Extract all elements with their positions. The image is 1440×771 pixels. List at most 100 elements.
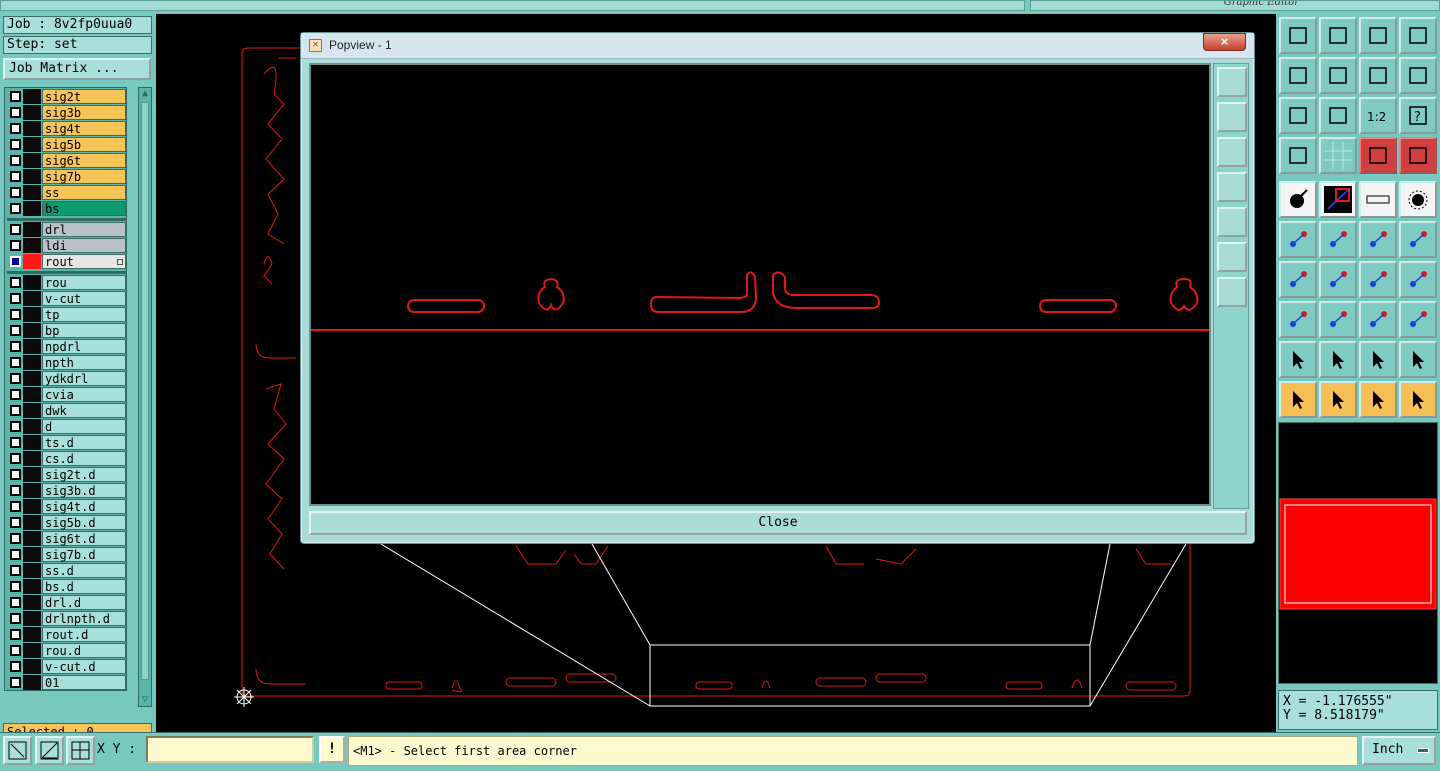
layer-row[interactable]: sig2t (7, 89, 126, 104)
layer-name[interactable]: bs.d (42, 579, 126, 594)
layer-name[interactable]: sig4t.d (42, 499, 126, 514)
layer-name[interactable]: ydkdrl (42, 371, 126, 386)
minimap[interactable] (1278, 422, 1438, 684)
layer-row[interactable]: 01 (7, 675, 126, 690)
layer-checkbox[interactable] (10, 421, 21, 432)
triangle-up-icon[interactable] (1319, 341, 1357, 378)
select-icon[interactable] (1279, 381, 1317, 418)
grid-snap-icon[interactable] (66, 736, 95, 765)
pan-left-icon[interactable] (1279, 57, 1317, 94)
layer-name[interactable]: ldi (42, 238, 126, 253)
snap-icon[interactable] (1319, 181, 1357, 218)
settings-icon[interactable] (1279, 137, 1317, 174)
layer-checkbox[interactable] (10, 224, 21, 235)
pan-right-icon[interactable] (1319, 57, 1357, 94)
layer-checkbox[interactable] (10, 309, 21, 320)
net-icon[interactable] (1359, 137, 1397, 174)
grid-window-icon[interactable] (1399, 17, 1437, 54)
popview-pan-left-icon[interactable] (1217, 172, 1247, 202)
help-icon[interactable]: ? (1399, 97, 1437, 134)
popview-pan-up-icon[interactable] (1217, 102, 1247, 132)
layer-name[interactable]: npth (42, 355, 126, 370)
popview-fit-icon[interactable] (1217, 242, 1247, 272)
layer-row[interactable]: v-cut (7, 291, 126, 306)
layer-name[interactable]: sig2t (42, 89, 126, 104)
layer-scrollbar[interactable]: ▲ ▽ (138, 87, 152, 707)
units-select[interactable]: Inch (1362, 736, 1436, 765)
scale-1-2-icon[interactable]: 1:2 (1359, 97, 1397, 134)
layer-checkbox[interactable] (10, 405, 21, 416)
grid-icon[interactable] (1319, 137, 1357, 174)
triangle-icon[interactable] (1279, 341, 1317, 378)
redo-view-icon[interactable] (1399, 57, 1437, 94)
layer-checkbox[interactable] (10, 293, 21, 304)
net-alt-icon[interactable] (1399, 137, 1437, 174)
layer-checkbox[interactable] (10, 629, 21, 640)
layer-row[interactable]: bs.d (7, 579, 126, 594)
layer-row[interactable]: rou.d (7, 643, 126, 658)
layer-row[interactable]: sig6t.d (7, 531, 126, 546)
popview-center-icon[interactable] (1217, 277, 1247, 307)
layer-name[interactable]: sig4t (42, 121, 126, 136)
layer-row[interactable]: bp (7, 323, 126, 338)
layer-checkbox[interactable] (10, 203, 21, 214)
select-box-icon[interactable] (1319, 381, 1357, 418)
pad-shape-icon[interactable] (1279, 301, 1317, 338)
layer-row[interactable]: sig5b (7, 137, 126, 152)
layer-row[interactable]: sig3b.d (7, 483, 126, 498)
dash-icon[interactable] (1319, 301, 1357, 338)
layer-row[interactable]: rout.d (7, 627, 126, 642)
layer-row[interactable]: drl.d (7, 595, 126, 610)
layer-row[interactable]: ldi (7, 238, 126, 253)
popview-window[interactable]: ✕ Popview - 1 × Close (300, 32, 1255, 544)
layer-row[interactable]: tp (7, 307, 126, 322)
layer-row[interactable]: drl (7, 222, 126, 237)
layer-checkbox[interactable] (10, 240, 21, 251)
layer-checkbox[interactable] (10, 91, 21, 102)
layer-checkbox[interactable] (10, 645, 21, 656)
xy-input[interactable] (146, 736, 314, 763)
layer-name[interactable]: v-cut.d (42, 659, 126, 674)
layer-row[interactable]: ts.d (7, 435, 126, 450)
ruler-icon[interactable] (1359, 181, 1397, 218)
angle-icon[interactable] (1279, 261, 1317, 298)
layer-checkbox[interactable] (10, 565, 21, 576)
scroll-down-icon[interactable]: ▽ (139, 694, 151, 706)
layer-checkbox[interactable] (10, 597, 21, 608)
layer-checkbox[interactable] (10, 453, 21, 464)
layer-row[interactable]: sig4t (7, 121, 126, 136)
layer-row[interactable]: sig4t.d (7, 499, 126, 514)
layer-name[interactable]: cvia (42, 387, 126, 402)
open-out-icon[interactable] (1319, 17, 1357, 54)
popview-pan-down-icon[interactable] (1217, 137, 1247, 167)
layer-checkbox[interactable] (10, 677, 21, 688)
cross-icon[interactable] (1319, 221, 1357, 258)
scroll-thumb[interactable] (141, 102, 149, 680)
layer-checkbox[interactable] (10, 501, 21, 512)
layer-checkbox[interactable] (10, 389, 21, 400)
open-in-icon[interactable] (1279, 17, 1317, 54)
layer-checkbox[interactable] (10, 107, 21, 118)
layer-row[interactable]: sig2t.d (7, 467, 126, 482)
layer-name[interactable]: rout (42, 254, 126, 269)
layer-checkbox[interactable] (10, 123, 21, 134)
layer-checkbox[interactable] (10, 357, 21, 368)
layer-name[interactable]: sig3b (42, 105, 126, 120)
circle-pad-icon[interactable] (1399, 181, 1437, 218)
layer-checkbox[interactable] (10, 517, 21, 528)
popview-zoom-icon[interactable] (1217, 67, 1247, 97)
line-point-alt-icon[interactable] (1399, 221, 1437, 258)
layer-name[interactable]: dwk (42, 403, 126, 418)
layer-name[interactable]: rou (42, 275, 126, 290)
popview-close-x-button[interactable]: × (1203, 33, 1246, 51)
zoom-fit-icon[interactable] (1279, 97, 1317, 134)
layer-checkbox[interactable] (10, 581, 21, 592)
warning-button[interactable]: ! (319, 736, 345, 763)
layer-checkbox[interactable] (10, 533, 21, 544)
popview-close-button[interactable]: Close (309, 511, 1247, 535)
layer-checkbox[interactable] (10, 139, 21, 150)
layer-row[interactable]: cs.d (7, 451, 126, 466)
layer-row[interactable]: ydkdrl (7, 371, 126, 386)
layer-name[interactable]: 01 (42, 675, 126, 690)
layer-row[interactable]: rou (7, 275, 126, 290)
